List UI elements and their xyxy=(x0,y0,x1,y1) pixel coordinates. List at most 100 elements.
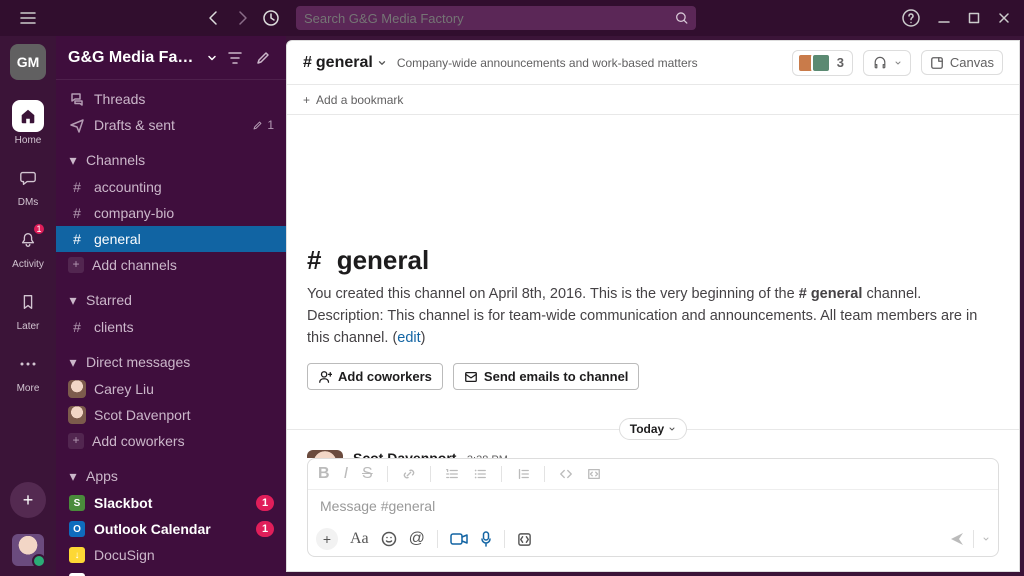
sidebar-app[interactable]: ↓DocuSign xyxy=(56,542,286,568)
channel-header: # general Company-wide announcements and… xyxy=(287,41,1019,85)
history-icon[interactable] xyxy=(262,9,280,27)
hamburger-menu[interactable] xyxy=(8,12,48,24)
channel-topic[interactable]: Company-wide announcements and work-base… xyxy=(397,56,698,70)
rail-dms[interactable]: DMs xyxy=(0,156,56,214)
hash-icon: # xyxy=(799,286,811,302)
app-icon: O xyxy=(69,521,85,537)
help-icon[interactable] xyxy=(902,9,920,27)
rail-activity[interactable]: 1 Activity xyxy=(0,218,56,276)
edit-description-link[interactable]: edit xyxy=(397,330,420,346)
sidebar-channel[interactable]: #general xyxy=(56,226,286,252)
sidebar: G&G Media Fact... Threads Drafts & sent … xyxy=(56,36,286,576)
sidebar-app[interactable]: OOutlook Calendar1 xyxy=(56,516,286,542)
shortcuts-icon[interactable] xyxy=(517,532,532,547)
channel-title: # general xyxy=(307,245,999,276)
hash-icon: # xyxy=(303,54,312,72)
codeblock-icon[interactable] xyxy=(587,467,601,481)
composer-input[interactable]: Message #general xyxy=(308,490,998,522)
send-options-icon[interactable] xyxy=(982,535,990,543)
filter-icon[interactable] xyxy=(224,50,246,66)
message-row[interactable]: Scot Davenport 3:38 PM joined #general. … xyxy=(287,446,1019,458)
more-icon xyxy=(12,348,44,380)
ol-icon[interactable] xyxy=(445,467,459,481)
app-icon: S xyxy=(69,495,85,511)
sidebar-dm[interactable]: Carey Liu xyxy=(56,376,286,402)
hash-icon: # xyxy=(68,179,86,195)
italic-icon[interactable]: I xyxy=(344,465,348,483)
sidebar-channel[interactable]: #company-bio xyxy=(56,200,286,226)
strike-icon[interactable]: S xyxy=(362,465,373,483)
plus-icon: + xyxy=(68,433,84,449)
nav-back-icon[interactable] xyxy=(206,10,222,26)
activity-badge: 1 xyxy=(32,222,46,236)
huddle-button[interactable] xyxy=(863,50,911,76)
plus-icon: + xyxy=(303,93,310,107)
avatar xyxy=(68,406,86,424)
nav-forward-icon[interactable] xyxy=(234,10,250,26)
app-icon: ↓ xyxy=(69,547,85,563)
section-channels[interactable]: ▾ Channels xyxy=(56,146,286,174)
emoji-icon[interactable] xyxy=(381,531,397,547)
avatar xyxy=(68,380,86,398)
threads-icon xyxy=(68,91,86,107)
sidebar-drafts[interactable]: Drafts & sent 1 xyxy=(56,112,286,138)
quote-icon[interactable] xyxy=(516,467,530,481)
date-divider[interactable]: Today xyxy=(287,418,1019,440)
add-coworkers[interactable]: + Add coworkers xyxy=(56,428,286,454)
window-close-icon[interactable] xyxy=(998,12,1010,24)
sidebar-channel[interactable]: #accounting xyxy=(56,174,286,200)
chevron-down-icon xyxy=(206,52,218,64)
sidebar-threads[interactable]: Threads xyxy=(56,86,286,112)
caret-down-icon: ▾ xyxy=(66,152,80,169)
compose-icon[interactable] xyxy=(252,50,274,66)
formatting-icon[interactable]: Aa xyxy=(350,530,369,548)
rail-more[interactable]: More xyxy=(0,342,56,400)
rail-home[interactable]: Home xyxy=(0,94,56,152)
sidebar-starred-item[interactable]: #clients xyxy=(56,314,286,340)
canvas-icon xyxy=(930,56,944,70)
code-icon[interactable] xyxy=(559,467,573,481)
channel-name-button[interactable]: # general xyxy=(303,54,387,72)
link-icon[interactable] xyxy=(402,467,416,481)
message-composer: B I S Message #general xyxy=(307,458,999,557)
mention-icon[interactable]: @ xyxy=(409,530,425,548)
bold-icon[interactable]: B xyxy=(318,465,330,483)
user-avatar[interactable] xyxy=(12,534,44,566)
attach-icon[interactable]: + xyxy=(316,528,338,550)
add-channels[interactable]: + Add channels xyxy=(56,252,286,278)
video-icon[interactable] xyxy=(450,532,468,546)
search-input[interactable] xyxy=(296,6,696,30)
window-minimize-icon[interactable] xyxy=(938,12,950,24)
send-icon xyxy=(68,117,86,133)
chevron-down-icon xyxy=(377,58,387,68)
add-coworkers-button[interactable]: Add coworkers xyxy=(307,363,443,390)
nav-rail: GM Home DMs 1 Activity Later More xyxy=(0,36,56,576)
caret-down-icon: ▾ xyxy=(66,468,80,485)
member-list-button[interactable]: 3 xyxy=(792,50,853,76)
channel-content: # general Company-wide announcements and… xyxy=(286,40,1020,572)
sidebar-app[interactable]: ▲Google Drive xyxy=(56,568,286,576)
create-new-button[interactable]: + xyxy=(10,482,46,518)
window-maximize-icon[interactable] xyxy=(968,12,980,24)
mic-icon[interactable] xyxy=(480,531,492,547)
workspace-header[interactable]: G&G Media Fact... xyxy=(56,36,286,80)
section-starred[interactable]: ▾ Starred xyxy=(56,286,286,314)
person-add-icon xyxy=(318,370,332,384)
avatar[interactable] xyxy=(307,450,343,458)
section-apps[interactable]: ▾ Apps xyxy=(56,462,286,490)
add-bookmark[interactable]: + Add a bookmark xyxy=(287,85,1019,115)
workspace-switcher[interactable]: GM xyxy=(10,44,46,80)
section-dms[interactable]: ▾ Direct messages xyxy=(56,348,286,376)
message-author[interactable]: Scot Davenport xyxy=(353,450,456,458)
send-button[interactable] xyxy=(949,531,965,547)
ul-icon[interactable] xyxy=(473,467,487,481)
sidebar-dm[interactable]: Scot Davenport xyxy=(56,402,286,428)
rail-later[interactable]: Later xyxy=(0,280,56,338)
channel-intro: # general You created this channel on Ap… xyxy=(287,115,1019,408)
caret-down-icon: ▾ xyxy=(66,292,80,309)
hash-icon: # xyxy=(68,231,86,247)
send-emails-button[interactable]: Send emails to channel xyxy=(453,363,640,390)
sidebar-app[interactable]: SSlackbot1 xyxy=(56,490,286,516)
canvas-button[interactable]: Canvas xyxy=(921,50,1003,75)
bookmark-icon xyxy=(12,286,44,318)
